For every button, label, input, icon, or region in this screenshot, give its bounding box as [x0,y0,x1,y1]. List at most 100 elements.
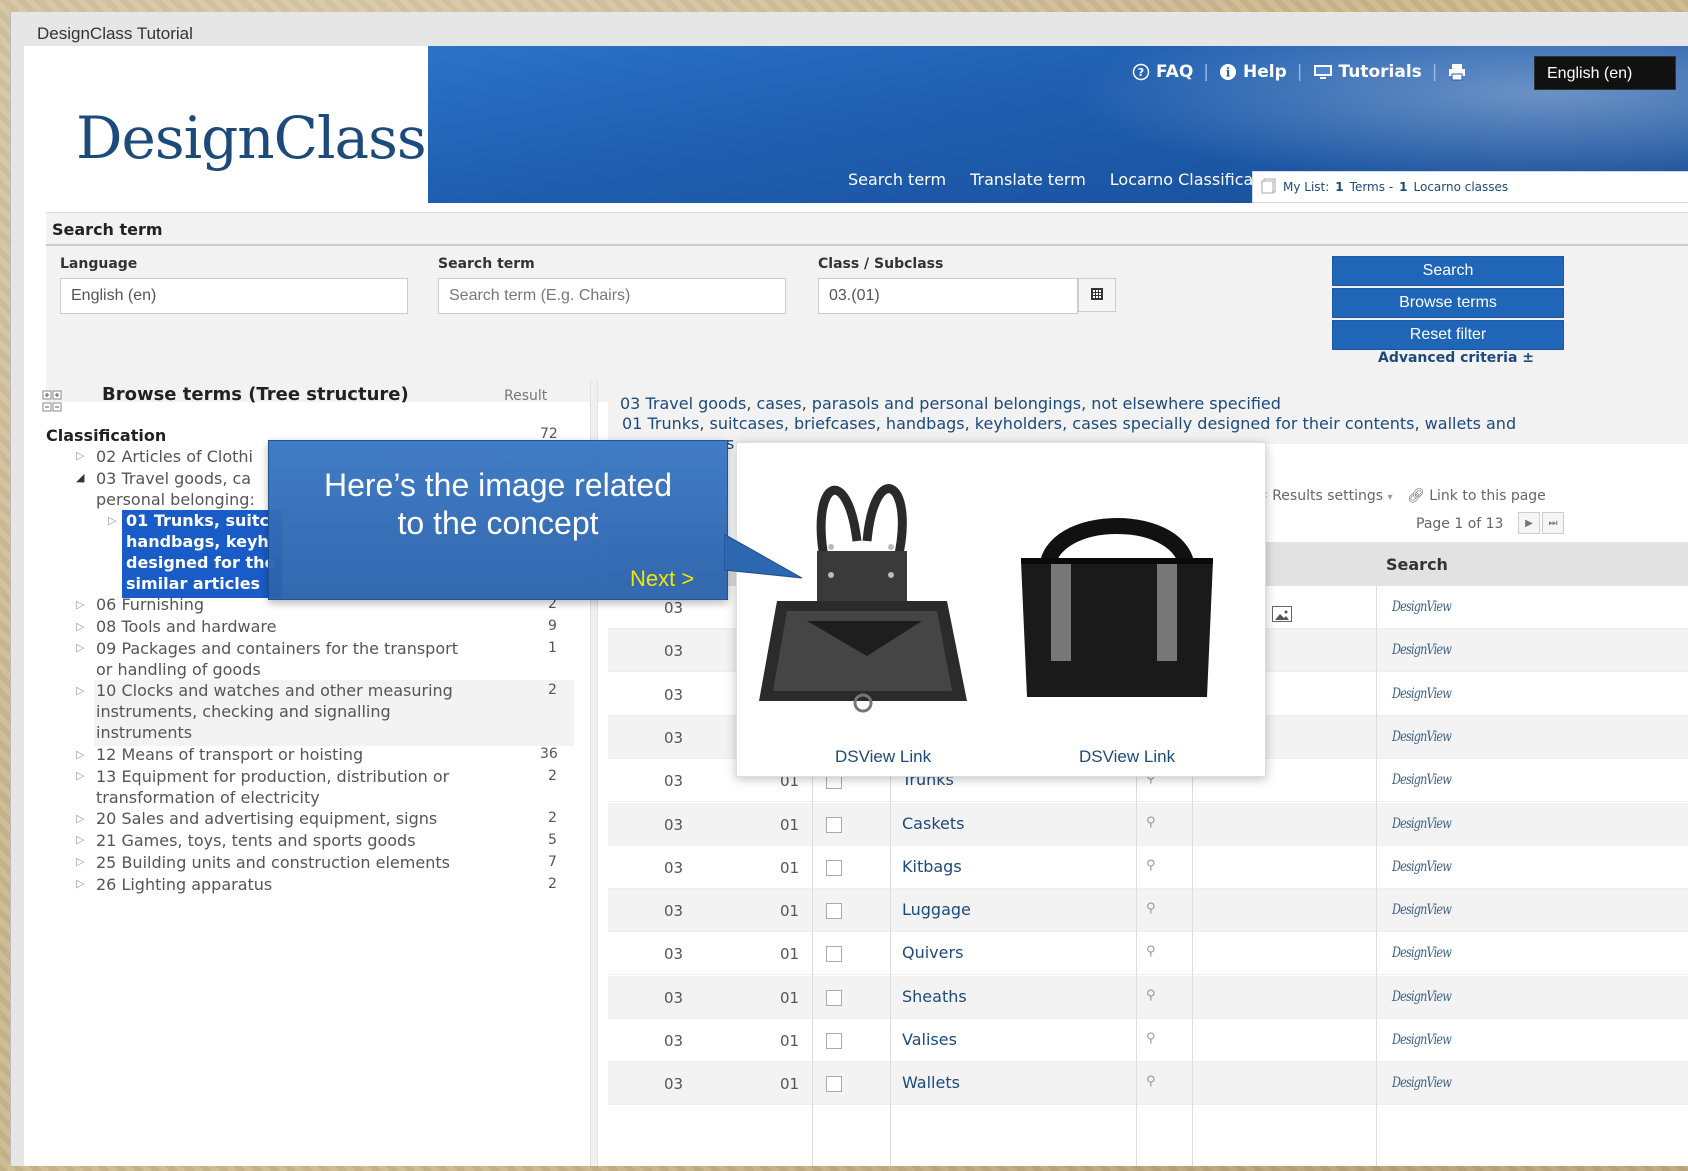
designview-logo[interactable]: DesignView [1392,1032,1452,1048]
top-links: ? FAQ | i Help | Tutorials | [1132,62,1466,82]
tree-node[interactable]: 12 Means of transport or hoisting [96,744,363,765]
select-checkbox[interactable] [826,817,842,833]
collapse-arrow-icon[interactable]: ◢ [76,471,84,484]
select-checkbox[interactable] [826,903,842,919]
key-icon[interactable]: ⚲ [1146,858,1156,873]
nav-search-term[interactable]: Search term [848,170,946,189]
expand-arrow-icon[interactable]: ▷ [108,514,116,527]
tree-node-count: 2 [548,682,557,698]
designview-logo[interactable]: DesignView [1392,816,1452,832]
term-link[interactable]: Quivers [902,943,963,962]
tote-bag-image[interactable] [1007,491,1227,721]
tree-node[interactable]: 10 Clocks and watches and other measurin… [96,680,453,743]
select-checkbox[interactable] [826,990,842,1006]
expand-arrow-icon[interactable]: ▷ [76,877,84,890]
tree-node-selected[interactable]: 01 Trunks, suitc handbags, keyh designed… [126,510,275,594]
tree-node[interactable]: 20 Sales and advertising equipment, sign… [96,808,437,829]
results-settings-link[interactable]: Results settings [1272,488,1383,504]
expand-arrow-icon[interactable]: ▷ [76,748,84,761]
tree-node[interactable]: 26 Lighting apparatus [96,874,272,895]
tree-node[interactable]: 21 Games, toys, tents and sports goods [96,830,416,851]
expand-arrow-icon[interactable]: ▷ [76,833,84,846]
tutorials-label: Tutorials [1338,62,1422,82]
designview-logo[interactable]: DesignView [1392,945,1452,961]
tree-node[interactable]: 03 Travel goods, ca personal belonging: [96,468,255,510]
my-list-classes-label: Locarno classes [1413,180,1509,194]
designclass-logo[interactable]: DesignClass [76,104,427,172]
term-link[interactable]: Sheaths [902,987,967,1006]
search-button[interactable]: Search [1332,256,1564,286]
language-field[interactable]: English (en) [60,278,408,314]
key-icon[interactable]: ⚲ [1146,1074,1156,1089]
key-icon[interactable]: ⚲ [1146,901,1156,916]
image-icon[interactable] [1272,606,1292,622]
tutorial-next-button[interactable]: Next > [630,566,694,592]
browse-terms-button[interactable]: Browse terms [1332,288,1564,318]
expand-arrow-icon[interactable]: ▷ [76,769,84,782]
column-header-search[interactable]: Search [1386,555,1448,574]
link-icon: 🔗︎ [1406,488,1425,504]
select-checkbox[interactable] [826,860,842,876]
expand-arrow-icon[interactable]: ▷ [76,598,84,611]
class-cell: 03 [664,816,684,834]
key-icon[interactable]: ⚲ [1146,988,1156,1003]
my-list-bar[interactable]: My List: 1 Terms - 1 Locarno classes [1252,171,1688,203]
term-link[interactable]: Kitbags [902,857,962,876]
tree-expand-collapse[interactable] [42,390,62,414]
search-panel-title: Search term [46,212,1688,246]
term-link[interactable]: Wallets [902,1073,960,1092]
tree-node[interactable]: 06 Furnishing [96,594,204,615]
key-icon[interactable]: ⚲ [1146,815,1156,830]
dsview-link-2[interactable]: DSView Link [1079,747,1175,767]
tree-node[interactable]: 09 Packages and containers for the trans… [96,638,458,680]
designview-logo[interactable]: DesignView [1392,902,1452,918]
subclass-cell: 01 [780,816,800,834]
key-icon[interactable]: ⚲ [1146,1031,1156,1046]
tree-node[interactable]: 25 Building units and construction eleme… [96,852,450,873]
class-cell: 03 [664,945,684,963]
expand-arrow-icon[interactable]: ▷ [76,620,84,633]
my-list-terms-label: Terms - [1349,180,1394,194]
monitor-icon [1313,63,1333,81]
tree-node[interactable]: 02 Articles of Clothi [96,446,253,467]
designview-logo[interactable]: DesignView [1392,686,1452,702]
tree-node[interactable]: 13 Equipment for production, distributio… [96,766,449,808]
expand-arrow-icon[interactable]: ▷ [76,855,84,868]
expand-arrow-icon[interactable]: ▷ [76,812,84,825]
print-link[interactable] [1448,63,1466,81]
link-to-page[interactable]: Link to this page [1429,488,1546,504]
reset-filter-button[interactable]: Reset filter [1332,320,1564,350]
last-page-button[interactable]: ⏭ [1542,512,1564,534]
designview-logo[interactable]: DesignView [1392,599,1452,615]
search-term-input[interactable]: Search term (E.g. Chairs) [438,278,786,314]
term-link[interactable]: Valises [902,1030,957,1049]
faq-link[interactable]: ? FAQ [1132,62,1193,82]
expand-arrow-icon[interactable]: ▷ [76,641,84,654]
expand-arrow-icon[interactable]: ▷ [76,684,84,697]
next-page-button[interactable]: ▶ [1518,512,1540,534]
key-icon[interactable]: ⚲ [1146,944,1156,959]
designview-logo[interactable]: DesignView [1392,642,1452,658]
class-picker-button[interactable] [1078,278,1116,312]
advanced-criteria-link[interactable]: Advanced criteria ± [1378,350,1534,366]
nav-translate-term[interactable]: Translate term [970,170,1086,189]
designview-logo[interactable]: DesignView [1392,1075,1452,1091]
designview-logo[interactable]: DesignView [1392,989,1452,1005]
designview-logo[interactable]: DesignView [1392,859,1452,875]
tree-node-count: 5 [548,832,557,848]
designview-logo[interactable]: DesignView [1392,772,1452,788]
select-checkbox[interactable] [826,1076,842,1092]
dsview-link-1[interactable]: DSView Link [835,747,931,767]
term-link[interactable]: Luggage [902,900,971,919]
expand-arrow-icon[interactable]: ▷ [76,449,84,462]
tree-node-count: 1 [548,640,557,656]
class-subclass-input[interactable]: 03.(01) [818,278,1078,314]
term-link[interactable]: Caskets [902,814,964,833]
select-checkbox[interactable] [826,946,842,962]
tree-node[interactable]: 08 Tools and hardware [96,616,277,637]
select-checkbox[interactable] [826,1033,842,1049]
designview-logo[interactable]: DesignView [1392,729,1452,745]
tutorials-link[interactable]: Tutorials [1313,62,1422,82]
language-selector[interactable]: English (en) [1534,56,1676,90]
help-link[interactable]: i Help [1219,62,1287,82]
